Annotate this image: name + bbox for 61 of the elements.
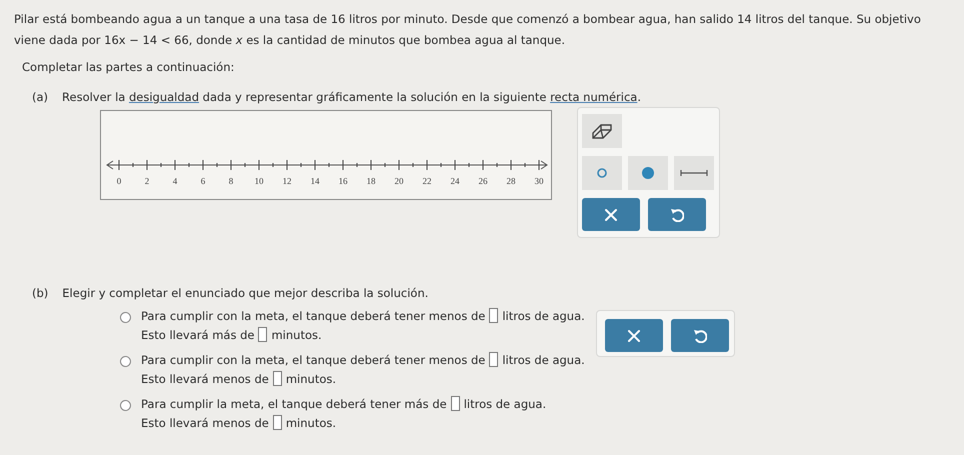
question-text: Elegir y completar el enunciado que mejor describa la solución. [62, 286, 428, 300]
clear-button[interactable] [582, 198, 640, 231]
option-text: litros de agua. [464, 396, 546, 410]
part-label: (a) [32, 90, 48, 104]
part-label: (b) [32, 286, 48, 300]
answer-box[interactable] [258, 327, 268, 342]
option-text: minutos. [286, 416, 336, 430]
clear-button[interactable] [605, 319, 663, 352]
radio-button[interactable] [120, 400, 131, 411]
tick-label: 16 [338, 176, 348, 186]
eraser-tool[interactable] [582, 114, 622, 148]
option-text: minutos. [286, 372, 336, 386]
instruction-text: Completar las partes a continuación: [22, 60, 236, 74]
option-text: litros de agua. [502, 352, 585, 366]
close-icon [604, 208, 618, 222]
glossary-link[interactable]: recta numérica [550, 90, 638, 104]
tick-label: 26 [478, 176, 488, 186]
undo-button[interactable] [671, 319, 729, 352]
undo-button[interactable] [648, 198, 706, 231]
undo-icon [693, 328, 707, 342]
option-text: Para cumplir con la meta, el tanque deberá tener menos de [141, 352, 486, 366]
tick-label: 12 [282, 176, 292, 186]
tick-label: 24 [450, 176, 460, 186]
question-text: Resolver la desigualdad dada y representar gráficamente la solución en la siguiente recta numérica. [62, 90, 641, 104]
option-text: minutos. [271, 328, 322, 342]
graph-area[interactable]: 0 2 4 6 8 10 12 14 16 18 20 22 24 26 28 30 [100, 110, 552, 200]
open-dot-icon [596, 167, 608, 179]
tick-label: 28 [506, 176, 516, 186]
tick-label: 22 [422, 176, 432, 186]
answer-box[interactable] [450, 396, 460, 411]
undo-icon [670, 208, 684, 222]
tick-label: 10 [254, 176, 264, 186]
radio-button[interactable] [120, 312, 131, 323]
filled-dot-icon [641, 166, 655, 180]
answer-box[interactable] [272, 371, 282, 386]
open-dot-tool[interactable] [582, 156, 622, 190]
tick-label: 6 [200, 176, 206, 186]
answer-box[interactable] [489, 308, 498, 323]
segment-tool[interactable] [674, 156, 714, 190]
option-text: Para cumplir la meta, el tanque deberá tener más de [141, 396, 447, 410]
tick-label: 2 [144, 176, 150, 186]
tick-label: 8 [228, 176, 234, 186]
option-text: Esto llevará menos de [141, 416, 269, 430]
tick-label: 14 [310, 176, 320, 186]
tick-label: 18 [366, 176, 376, 186]
problem-statement: Pilar está bombeando agua a un tanque a una tasa de 16 litros por minuto. Desde que comenzó a bombear agua, han salido 14 litros del tanque. Su objetivo viene dada por 16x − 14 < 66, donde x es la cantidad de minutos que bombea agua al tanque. [14, 11, 922, 49]
option-text: litros de agua. [502, 308, 585, 322]
glossary-link[interactable]: desigualdad [128, 90, 200, 104]
tick-label: 30 [534, 176, 544, 186]
option-text: Para cumplir con la meta, el tanque deberá tener menos de [141, 308, 486, 322]
answer-box[interactable] [489, 352, 498, 367]
close-icon [627, 328, 641, 342]
tick-label: 0 [116, 176, 122, 186]
tick-label: 20 [394, 176, 404, 186]
option-text: Esto llevará más de [141, 328, 254, 342]
answer-box[interactable] [272, 415, 282, 430]
radio-button[interactable] [120, 356, 131, 367]
closed-dot-tool[interactable] [628, 156, 668, 190]
segment-icon [680, 168, 708, 178]
option-text: Esto llevará menos de [141, 372, 269, 386]
tick-label: 4 [172, 176, 178, 186]
